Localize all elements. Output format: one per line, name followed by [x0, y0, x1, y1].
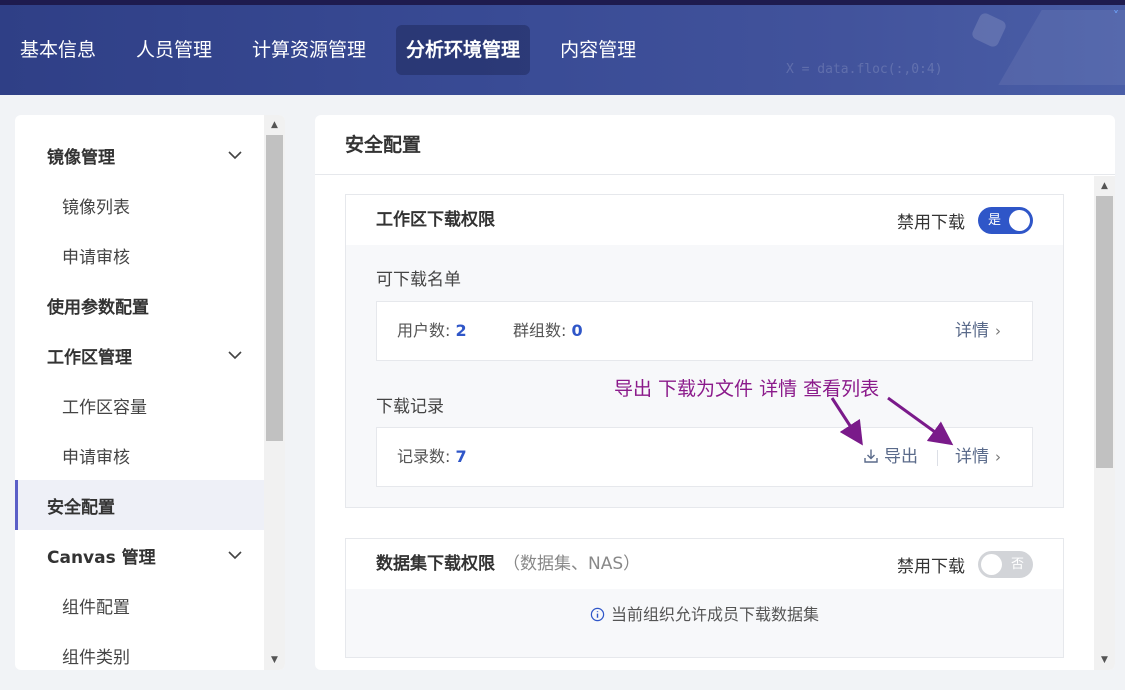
sidebar-item-usage-params[interactable]: 使用参数配置 [15, 280, 264, 330]
disable-download-control: 禁用下载 是 [897, 207, 1033, 234]
sidebar-item-label: 安全配置 [47, 497, 115, 518]
users-count: 用户数: 2 [397, 302, 467, 360]
disable-download-toggle[interactable]: 否 [978, 551, 1033, 578]
main-nav: 基本信息 人员管理 计算资源管理 分析环境管理 内容管理 [10, 25, 666, 75]
records-count-label: 记录数: [397, 447, 451, 466]
records-count-value: 7 [455, 447, 467, 466]
card-title: 数据集下载权限 （数据集、NAS） [376, 539, 640, 589]
sidebar: 镜像管理 镜像列表 申请审核 使用参数配置 工作区管理 工作区容量 申请审核 安… [15, 115, 285, 670]
main-content: 工作区下载权限 禁用下载 是 可下载名单 用户数: 2 群组数: 0 详情 › … [315, 176, 1094, 670]
header-decoration-cube [970, 11, 1008, 49]
users-value: 2 [455, 321, 467, 340]
details-label: 详情 [955, 321, 989, 341]
nav-personnel[interactable]: 人员管理 [126, 25, 222, 75]
card-subtitle: （数据集、NAS） [503, 554, 641, 574]
download-records-box: 记录数: 7 导出 详情 › [376, 427, 1033, 487]
sidebar-item-label: 工作区容量 [62, 397, 147, 418]
sidebar-item-workspace-management[interactable]: 工作区管理 [15, 330, 264, 380]
scroll-down-arrow-icon[interactable]: ▼ [264, 650, 285, 670]
top-edge [0, 0, 1125, 5]
sidebar-scrollbar[interactable]: ▲ ▼ [264, 115, 285, 670]
sidebar-item-label: Canvas 管理 [47, 547, 156, 568]
disable-download-toggle[interactable]: 是 [978, 207, 1033, 234]
card-title-text: 数据集下载权限 [376, 554, 495, 574]
header-decoration [998, 10, 1125, 85]
top-navbar: X = data.floc(:,0:4) ˅ 基本信息 人员管理 计算资源管理 … [0, 0, 1125, 95]
chevron-right-icon: › [995, 448, 1001, 466]
sidebar-item-security-config[interactable]: 安全配置 [15, 480, 264, 530]
nav-analysis-env[interactable]: 分析环境管理 [396, 25, 531, 75]
annotation-text: 导出 下载为文件 详情 查看列表 [614, 378, 880, 400]
chevron-down-icon [228, 151, 242, 160]
sidebar-item-component-category[interactable]: 组件类别 [15, 630, 264, 670]
sidebar-menu: 镜像管理 镜像列表 申请审核 使用参数配置 工作区管理 工作区容量 申请审核 安… [15, 130, 264, 670]
card-title: 工作区下载权限 [376, 210, 495, 230]
scrollbar-thumb[interactable] [266, 135, 283, 441]
header-code-decoration: X = data.floc(:,0:4) [786, 62, 943, 77]
toggle-knob [1009, 210, 1030, 231]
disable-download-control: 禁用下载 否 [897, 551, 1033, 578]
whitelist-label: 可下载名单 [376, 270, 461, 290]
page-title: 安全配置 [315, 115, 1115, 175]
records-details-link[interactable]: 详情 › [955, 428, 1001, 486]
scrollbar-thumb[interactable] [1096, 196, 1113, 468]
records-count: 记录数: 7 [397, 428, 467, 486]
main-scrollbar[interactable]: ▲ ▼ [1094, 176, 1115, 670]
scroll-up-arrow-icon[interactable]: ▲ [1094, 176, 1115, 196]
workspace-download-card: 工作区下载权限 禁用下载 是 可下载名单 用户数: 2 群组数: 0 详情 › … [345, 194, 1064, 508]
sidebar-item-image-review[interactable]: 申请审核 [15, 230, 264, 280]
sidebar-item-label: 申请审核 [62, 247, 130, 268]
dataset-notice: 当前组织允许成员下载数据集 [346, 601, 1063, 625]
sidebar-item-image-list[interactable]: 镜像列表 [15, 180, 264, 230]
nav-content[interactable]: 内容管理 [550, 25, 646, 75]
chevron-down-icon [228, 351, 242, 360]
whitelist-details-link[interactable]: 详情 › [955, 302, 1001, 360]
nav-compute-resources[interactable]: 计算资源管理 [242, 25, 376, 75]
download-icon [864, 449, 878, 463]
sidebar-item-label: 组件类别 [62, 647, 130, 668]
sidebar-item-workspace-review[interactable]: 申请审核 [15, 430, 264, 480]
toggle-text: 是 [988, 213, 1002, 228]
groups-count: 群组数: 0 [513, 302, 583, 360]
nav-basic-info[interactable]: 基本信息 [10, 25, 106, 75]
sidebar-item-image-management[interactable]: 镜像管理 [15, 130, 264, 180]
card-header: 工作区下载权限 禁用下载 是 [346, 195, 1063, 245]
link-divider [937, 450, 938, 466]
toggle-text: 否 [1010, 557, 1024, 572]
toggle-label: 禁用下载 [897, 213, 965, 233]
scroll-down-arrow-icon[interactable]: ▼ [1094, 650, 1115, 670]
toggle-label: 禁用下载 [897, 557, 965, 577]
notice-text: 当前组织允许成员下载数据集 [610, 605, 819, 624]
whitelist-box: 用户数: 2 群组数: 0 详情 › [376, 301, 1033, 361]
sidebar-item-label: 组件配置 [62, 597, 130, 618]
groups-value: 0 [571, 321, 583, 340]
users-label: 用户数: [397, 321, 451, 340]
details-label: 详情 [955, 447, 989, 467]
groups-label: 群组数: [513, 321, 567, 340]
info-icon [590, 607, 605, 622]
sidebar-item-component-config[interactable]: 组件配置 [15, 580, 264, 630]
export-button[interactable]: 导出 [863, 428, 918, 486]
chevron-down-icon [228, 551, 242, 560]
card-header: 数据集下载权限 （数据集、NAS） 禁用下载 否 [346, 539, 1063, 589]
chevron-right-icon: › [995, 322, 1001, 340]
dataset-download-card: 数据集下载权限 （数据集、NAS） 禁用下载 否 当前组织允许成员下载数据集 [345, 538, 1064, 658]
toggle-knob [981, 554, 1002, 575]
scroll-up-arrow-icon[interactable]: ▲ [264, 115, 285, 135]
download-records-label: 下载记录 [376, 397, 444, 417]
sidebar-item-label: 工作区管理 [47, 347, 132, 368]
sidebar-item-label: 镜像列表 [62, 197, 130, 218]
sidebar-item-label: 镜像管理 [47, 147, 115, 168]
sidebar-item-label: 申请审核 [62, 447, 130, 468]
sidebar-item-workspace-capacity[interactable]: 工作区容量 [15, 380, 264, 430]
sidebar-item-canvas-management[interactable]: Canvas 管理 [15, 530, 264, 580]
sidebar-item-label: 使用参数配置 [47, 297, 149, 318]
export-label: 导出 [884, 447, 918, 467]
header-dot: ˅ [1113, 9, 1119, 23]
